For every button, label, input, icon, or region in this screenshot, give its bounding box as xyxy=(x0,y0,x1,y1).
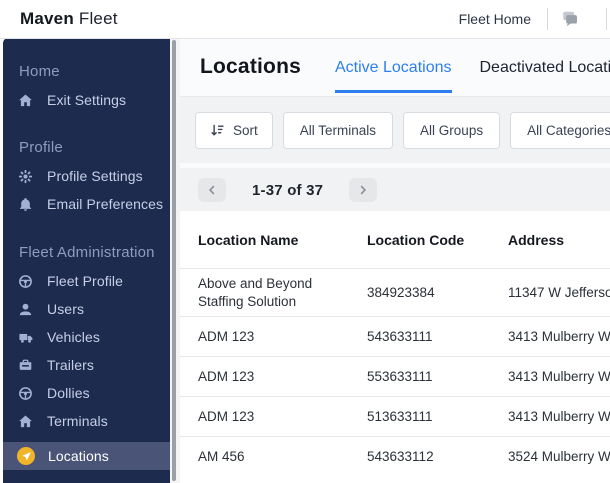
sidebar-item-fleet-profile[interactable]: Fleet Profile xyxy=(3,267,170,295)
sidebar-item-email-preferences[interactable]: Email Preferences xyxy=(3,190,170,218)
sidebar-section-label-fleet-administration: Fleet Administration xyxy=(19,244,155,261)
chat-icon[interactable] xyxy=(548,0,592,38)
table-row[interactable]: ADM 123 553633111 3413 Mulberry Way xyxy=(180,356,610,396)
topbar: Maven Fleet Fleet Home xyxy=(0,0,610,39)
steering-wheel-icon xyxy=(17,273,34,290)
navigation-icon xyxy=(17,447,35,465)
cell-address: 3413 Mulberry Way xyxy=(508,409,610,424)
sort-icon xyxy=(210,123,225,138)
cell-location-code: 543633112 xyxy=(367,449,434,464)
cell-location-name: ADM 123 xyxy=(198,368,255,384)
sort-button[interactable]: Sort xyxy=(195,111,273,149)
sidebar-item-label: Fleet Profile xyxy=(47,273,123,289)
trailer-icon xyxy=(17,357,34,374)
filter-button-all-categories[interactable]: All Categories xyxy=(510,111,610,149)
page-header: Locations Active Locations Deactivated Lo… xyxy=(180,38,610,97)
sidebar-item-label: Exit Settings xyxy=(47,92,127,108)
cell-location-code: 543633111 xyxy=(367,329,433,344)
page-range-text: 1-37 of 37 xyxy=(252,181,324,199)
sidebar-item-users[interactable]: Users xyxy=(3,295,170,323)
column-header-location-name: Location Name xyxy=(198,231,299,248)
sidebar-item-label: Locations xyxy=(48,448,109,464)
cell-location-name: ADM 123 xyxy=(198,328,255,344)
sidebar-section-label-home: Home xyxy=(19,63,60,80)
sidebar-scrollbar[interactable] xyxy=(170,38,180,483)
sidebar-section-gap xyxy=(3,218,170,239)
table-row[interactable]: ADM 123 513633111 3413 Mulberry Way xyxy=(180,396,610,436)
fleet-home-link[interactable]: Fleet Home xyxy=(443,11,547,27)
home-icon xyxy=(17,413,34,430)
sidebar-item-label: Terminals xyxy=(47,413,108,429)
sidebar-section-label-profile: Profile xyxy=(19,139,63,156)
cell-address: 3413 Mulberry Way xyxy=(508,329,610,344)
chevron-right-icon[interactable] xyxy=(349,178,378,202)
sidebar-item-label: Dollies xyxy=(47,385,90,401)
column-header-address: Address xyxy=(508,231,565,248)
cell-address: 3524 Mulberry Way xyxy=(508,449,610,464)
sidebar-item-label: Users xyxy=(47,301,85,317)
chevron-left-icon[interactable] xyxy=(198,178,226,202)
sidebar-item-label: Vehicles xyxy=(47,329,100,345)
truck-icon xyxy=(17,329,34,346)
cell-location-name: Above and Beyond Staffing Solution xyxy=(198,275,313,309)
filter-button-all-terminals[interactable]: All Terminals xyxy=(282,111,394,149)
gear-icon xyxy=(17,168,34,185)
cell-location-code: 553633111 xyxy=(367,369,433,384)
pagination: 1-37 of 37 xyxy=(180,168,610,212)
sidebar-item-locations[interactable]: Locations xyxy=(3,442,170,470)
filter-bar: Sort All Terminals All Groups All Categori… xyxy=(180,97,610,163)
brand-bold: Maven xyxy=(20,9,74,28)
page-title: Locations xyxy=(200,55,301,78)
sidebar-item-profile-settings[interactable]: Profile Settings xyxy=(3,162,170,190)
cell-address: 11347 W Jefferson Ave xyxy=(508,285,610,300)
sidebar-item-exit-settings[interactable]: Exit Settings xyxy=(3,86,170,114)
bell-icon xyxy=(17,196,34,213)
cell-location-name: ADM 123 xyxy=(198,408,255,424)
tab-bar: Active Locations Deactivated Locations xyxy=(334,38,610,96)
steering-wheel-icon xyxy=(17,385,34,402)
filter-button-all-groups[interactable]: All Groups xyxy=(403,111,501,149)
sidebar-item-label: Profile Settings xyxy=(47,168,143,184)
sidebar-item-label: Trailers xyxy=(47,357,94,373)
app-window: Maven Fleet Fleet Home Home Exit Settings… xyxy=(0,0,610,483)
home-icon xyxy=(17,92,34,109)
locations-table: Location Name Location Code Address Above … xyxy=(180,211,610,483)
table-body: Above and Beyond Staffing Solution 384923… xyxy=(180,268,610,476)
scrollbar-thumb[interactable] xyxy=(172,40,176,481)
sidebar-item-label: Email Preferences xyxy=(47,196,164,212)
cell-address: 3413 Mulberry Way xyxy=(508,369,610,384)
sidebar-item-vehicles[interactable]: Vehicles xyxy=(3,323,170,351)
sort-label: Sort xyxy=(233,122,258,138)
sidebar: Home Exit Settings Profile Profile Settings… xyxy=(3,38,170,483)
tab-active-locations[interactable]: Active Locations xyxy=(334,41,452,93)
brand-light: Fleet xyxy=(78,9,118,28)
cell-location-code: 384923384 xyxy=(367,285,435,300)
user-icon xyxy=(17,301,34,318)
cell-location-name: AM 456 xyxy=(198,448,245,464)
table-header-row: Location Name Location Code Address xyxy=(180,211,610,268)
main-content: Locations Active Locations Deactivated Lo… xyxy=(180,38,610,483)
column-header-location-code: Location Code xyxy=(367,231,465,248)
sidebar-section-gap xyxy=(3,114,170,134)
table-row[interactable]: AM 456 543633112 3524 Mulberry Way xyxy=(180,436,610,476)
tab-deactivated-locations[interactable]: Deactivated Locations xyxy=(480,41,610,93)
topbar-right: Fleet Home xyxy=(443,0,610,38)
app-logo: Maven Fleet xyxy=(20,9,118,29)
sidebar-item-trailers[interactable]: Trailers xyxy=(3,351,170,379)
topbar-divider-2 xyxy=(606,8,607,30)
table-row[interactable]: ADM 123 543633111 3413 Mulberry Way xyxy=(180,316,610,356)
cell-location-code: 513633111 xyxy=(367,409,433,424)
sidebar-item-dollies[interactable]: Dollies xyxy=(3,379,170,407)
sidebar-nav: Home Exit Settings Profile Profile Settings… xyxy=(3,38,170,470)
sidebar-item-terminals[interactable]: Terminals xyxy=(3,407,170,435)
table-row[interactable]: Above and Beyond Staffing Solution 384923… xyxy=(180,268,610,316)
